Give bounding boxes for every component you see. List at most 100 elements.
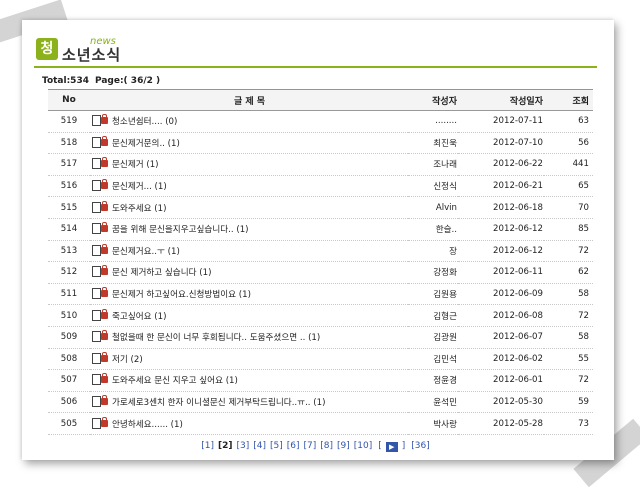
post-author: 한슬.. [408, 218, 458, 241]
photo-frame: 청 news 소년소식 Total:534 Page:( 36/2 ) No 글 … [22, 20, 614, 460]
table-row: 507 도와주세요 문신 지우고 싶어요 (1) 정윤경 2012-06-01 72 [48, 369, 593, 392]
post-views: 72 [544, 240, 593, 263]
post-title-link[interactable]: 가로세로3센치 한자 이니셜문신 제거부탁드립니다..ㅠ.. (1) [112, 398, 325, 408]
post-title-link[interactable]: 문신제거... (1) [112, 182, 167, 192]
column-header-no: No [48, 89, 90, 111]
board-header: 청 news 소년소식 [34, 32, 597, 72]
post-author: 조나래 [408, 153, 458, 176]
post-views: 65 [544, 175, 593, 198]
post-date: 2012-07-11 [458, 110, 544, 133]
post-views: 58 [544, 326, 593, 349]
locked-document-icon [92, 179, 109, 192]
page-link-7[interactable]: [7] [304, 441, 317, 451]
post-title-cell: 안녕하세요...... (1) [90, 412, 408, 435]
post-number: 505 [48, 412, 90, 435]
last-page-link[interactable]: [36] [411, 441, 429, 451]
table-row: 516 문신제거... (1) 신정식 2012-06-21 65 [48, 175, 593, 198]
post-date: 2012-06-01 [458, 369, 544, 392]
locked-document-icon [92, 222, 109, 235]
page-link-3[interactable]: [3] [237, 441, 250, 451]
page-link-1[interactable]: [1] [201, 441, 214, 451]
post-views: 63 [544, 110, 593, 133]
post-title-link[interactable]: 죽고싶어요 (1) [112, 312, 166, 322]
page-link-8[interactable]: [8] [320, 441, 333, 451]
table-row: 511 문신제거 하고싶어요.신청방법이요 (1) 김원용 2012-06-09 58 [48, 283, 593, 306]
post-date: 2012-05-28 [458, 412, 544, 435]
table-row: 505 안녕하세요...... (1) 박사랑 2012-05-28 73 [48, 412, 593, 435]
next-page-button[interactable]: [▶] [376, 440, 407, 452]
page-link-4[interactable]: [4] [253, 441, 266, 451]
total-count: Total:534 [42, 76, 89, 86]
page-info: Page:( 36/2 ) [94, 76, 161, 86]
post-title-cell: 저기 (2) [90, 348, 408, 371]
post-title-link[interactable]: 청소년쉼터.... (0) [112, 117, 177, 127]
table-row: 519 청소년쉼터.... (0)........ 2012-07-11 63 [48, 110, 593, 133]
next-bracket-close: ] [401, 440, 406, 451]
next-bracket-open: [ [378, 440, 382, 451]
post-title-cell: 도와주세요 (1) [90, 196, 408, 219]
post-title-link[interactable]: 도와주세요 문신 지우고 싶어요 (1) [112, 376, 238, 386]
locked-document-icon [92, 243, 109, 256]
post-date: 2012-06-22 [458, 153, 544, 176]
post-views: 55 [544, 348, 593, 371]
table-row: 513 문신제거요..ㅜ (1) 장 2012-06-12 72 [48, 240, 593, 263]
post-title-link[interactable]: 문신제거 하고싶어요.신청방법이요 (1) [112, 290, 251, 300]
post-title-link[interactable]: 문신제거 (1) [112, 160, 159, 170]
post-author: 김광원 [408, 326, 458, 349]
locked-document-icon [92, 114, 109, 127]
page-link-10[interactable]: [10] [354, 441, 372, 451]
column-header-date: 작성일자 [458, 89, 544, 111]
page-link-2[interactable]: [2] [218, 441, 233, 451]
post-date: 2012-06-12 [458, 218, 544, 241]
post-number: 510 [48, 304, 90, 327]
post-title-cell: 문신제거 하고싶어요.신청방법이요 (1) [90, 283, 408, 306]
locked-document-icon [92, 200, 109, 213]
page-link-5[interactable]: [5] [270, 441, 283, 451]
post-title-link[interactable]: 철없을때 한 문신이 너무 후회됩니다.. 도움주셨으면 .. (1) [112, 333, 320, 343]
table-row: 518 문신제거문의.. (1) 최진욱 2012-07-10 56 [48, 132, 593, 155]
post-author: 최진욱 [408, 132, 458, 155]
post-title-cell: 죽고싶어요 (1) [90, 304, 408, 327]
post-number: 508 [48, 348, 90, 371]
locked-document-icon [92, 330, 109, 343]
post-views: 72 [544, 369, 593, 392]
table-row: 510 죽고싶어요 (1) 김형근 2012-06-08 72 [48, 304, 593, 327]
logo-badge: 청 [36, 38, 58, 60]
column-header-views: 조회 [544, 89, 593, 111]
page-link-9[interactable]: [9] [337, 441, 350, 451]
post-number: 512 [48, 261, 90, 284]
post-views: 73 [544, 412, 593, 435]
post-title-link[interactable]: 도와주세요 (1) [112, 204, 166, 214]
post-author: 김형근 [408, 304, 458, 327]
post-title-link[interactable]: 문신제거요..ㅜ (1) [112, 247, 180, 257]
locked-document-icon [92, 157, 109, 170]
post-number: 515 [48, 196, 90, 219]
post-date: 2012-06-12 [458, 240, 544, 263]
post-title-link[interactable]: 안녕하세요...... (1) [112, 420, 183, 430]
locked-document-icon [92, 135, 109, 148]
post-number: 507 [48, 369, 90, 392]
post-title-link[interactable]: 문신제거문의.. (1) [112, 139, 180, 149]
post-title-link[interactable]: 문신 제거하고 싶습니다 (1) [112, 268, 211, 278]
post-title-cell: 꿈을 위해 문신을지우고싶습니다.. (1) [90, 218, 408, 241]
post-views: 441 [544, 153, 593, 176]
table-row: 515 도와주세요 (1) Alvin 2012-06-18 70 [48, 196, 593, 219]
post-table: No 글 제 목 작성자 작성일자 조회 519 청소년쉼터.... (0)...… [48, 89, 593, 435]
post-number: 516 [48, 175, 90, 198]
post-number: 511 [48, 283, 90, 306]
post-author: 박사랑 [408, 412, 458, 435]
post-title-link[interactable]: 꿈을 위해 문신을지우고싶습니다.. (1) [112, 225, 249, 235]
table-row: 517 문신제거 (1) 조나래 2012-06-22 441 [48, 153, 593, 176]
post-title-link[interactable]: 저기 (2) [112, 355, 143, 365]
post-views: 62 [544, 261, 593, 284]
post-number: 506 [48, 391, 90, 414]
board-title: 소년소식 [62, 46, 122, 64]
board-summary: Total:534 Page:( 36/2 ) [42, 73, 597, 89]
post-title-cell: 문신 제거하고 싶습니다 (1) [90, 261, 408, 284]
post-author: Alvin [408, 196, 458, 219]
page-link-6[interactable]: [6] [287, 441, 300, 451]
post-author: 신정식 [408, 175, 458, 198]
table-row: 514 꿈을 위해 문신을지우고싶습니다.. (1) 한슬.. 2012-06-12 8… [48, 218, 593, 241]
table-row: 512 문신 제거하고 싶습니다 (1) 강정화 2012-06-11 62 [48, 261, 593, 284]
post-number: 509 [48, 326, 90, 349]
